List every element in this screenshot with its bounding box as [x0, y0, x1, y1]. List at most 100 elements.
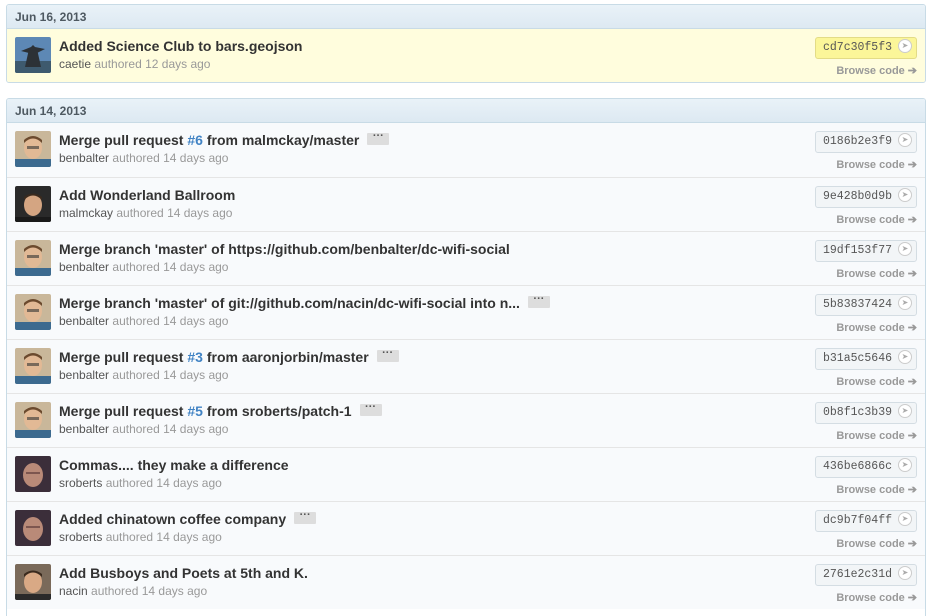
commit-row[interactable]: Merge branch 'master' of git://github.co…	[7, 285, 925, 339]
commit-row[interactable]: Merge pull request #6 from malmckay/mast…	[7, 123, 925, 177]
commit-author[interactable]: benbalter	[59, 422, 109, 436]
commit-title[interactable]: Merge branch 'master' of git://github.co…	[59, 294, 550, 311]
commit-row[interactable]: Merge pull request #5 from sroberts/patc…	[7, 393, 925, 447]
chevron-right-icon: ➤	[898, 511, 912, 526]
commit-group-date: Jun 16, 2013	[7, 5, 925, 29]
avatar[interactable]	[15, 510, 51, 546]
browse-code-link[interactable]: Browse code ➔	[836, 267, 917, 280]
browse-code-link[interactable]: Browse code ➔	[836, 429, 917, 442]
pull-request-link[interactable]: #3	[187, 349, 203, 365]
chevron-right-icon: ➤	[898, 295, 912, 310]
browse-code-link[interactable]: Browse code ➔	[836, 591, 917, 604]
arrow-right-icon: ➔	[907, 65, 917, 77]
commit-author[interactable]: sroberts	[59, 530, 102, 544]
commit-author[interactable]: malmckay	[59, 206, 113, 220]
commit-sha-button[interactable]: cd7c30f5f3 ➤	[814, 37, 917, 59]
commit-group: Jun 14, 2013 Merge pull request #6 from …	[6, 98, 926, 616]
commit-title[interactable]: Add Wonderland Ballroom	[59, 187, 235, 203]
commit-title[interactable]: Merge branch 'master' of https://github.…	[59, 241, 510, 257]
expand-message-button[interactable]: ···	[367, 131, 390, 146]
commit-row[interactable]: Add Wonderland Ballroom malmckay authore…	[7, 177, 925, 231]
expand-message-button[interactable]: ···	[359, 402, 382, 417]
commit-meta: caetie authored 12 days ago	[59, 57, 211, 71]
commit-author[interactable]: caetie	[59, 57, 91, 71]
avatar[interactable]	[15, 294, 51, 330]
browse-code-link[interactable]: Browse code ➔	[836, 483, 917, 496]
commit-title[interactable]: Merge pull request #5 from sroberts/patc…	[59, 402, 382, 419]
commit-title[interactable]: Merge pull request #6 from malmckay/mast…	[59, 131, 390, 148]
expand-message-button[interactable]: ···	[294, 510, 317, 525]
browse-code-link[interactable]: Browse code ➔	[836, 158, 917, 171]
commit-sha-button[interactable]: 0b8f1c3b39 ➤	[814, 402, 917, 424]
chevron-right-icon: ➤	[898, 565, 912, 580]
commit-sha-button[interactable]: 5b83837424 ➤	[814, 294, 917, 316]
avatar[interactable]	[15, 240, 51, 276]
commit-author[interactable]: benbalter	[59, 260, 109, 274]
chevron-right-icon: ➤	[898, 187, 912, 202]
pull-request-link[interactable]: #6	[187, 132, 203, 148]
commit-author[interactable]: benbalter	[59, 314, 109, 328]
arrow-right-icon: ➔	[907, 214, 917, 226]
avatar[interactable]	[15, 564, 51, 600]
commit-meta: benbalter authored 14 days ago	[59, 260, 229, 274]
arrow-right-icon: ➔	[907, 484, 917, 496]
commit-author[interactable]: benbalter	[59, 151, 109, 165]
commit-meta: malmckay authored 14 days ago	[59, 206, 233, 220]
avatar[interactable]	[15, 37, 51, 73]
browse-code-link[interactable]: Browse code ➔	[836, 64, 917, 77]
commit-group-date: Jun 14, 2013	[7, 99, 925, 123]
commit-row[interactable]: Merge pull request #3 from aaronjorbin/m…	[7, 339, 925, 393]
commit-title[interactable]: Merge pull request #3 from aaronjorbin/m…	[59, 348, 399, 365]
arrow-right-icon: ➔	[907, 268, 917, 280]
commit-title[interactable]: Added chinatown coffee company ···	[59, 510, 317, 527]
commit-sha-button[interactable]: dc9b7f04ff ➤	[814, 510, 917, 532]
commit-meta: benbalter authored 14 days ago	[59, 151, 229, 165]
commit-row[interactable]: Added Science Club to bars.geojson caeti…	[7, 29, 925, 82]
commit-sha-button[interactable]: 0186b2e3f9 ➤	[814, 131, 917, 153]
chevron-right-icon: ➤	[898, 38, 912, 53]
commit-meta: sroberts authored 14 days ago	[59, 476, 222, 490]
commit-title[interactable]: Add Busboys and Poets at 5th and K.	[59, 565, 308, 581]
commit-meta: benbalter authored 14 days ago	[59, 368, 229, 382]
arrow-right-icon: ➔	[907, 430, 917, 442]
browse-code-link[interactable]: Browse code ➔	[836, 321, 917, 334]
commit-sha-button[interactable]: 19df153f77 ➤	[814, 240, 917, 262]
commit-row[interactable]: Merge branch 'master' of https://github.…	[7, 231, 925, 285]
commit-author[interactable]: sroberts	[59, 476, 102, 490]
avatar[interactable]	[15, 402, 51, 438]
commit-row[interactable]: Added chinatown coffee company ··· srober…	[7, 501, 925, 555]
expand-message-button[interactable]: ···	[527, 294, 550, 309]
commit-author[interactable]: nacin	[59, 584, 88, 598]
avatar[interactable]	[15, 131, 51, 167]
arrow-right-icon: ➔	[907, 376, 917, 388]
arrow-right-icon: ➔	[907, 322, 917, 334]
arrow-right-icon: ➔	[907, 592, 917, 604]
commit-sha-button[interactable]: 9e428b0d9b ➤	[814, 186, 917, 208]
commit-row[interactable]: Commas.... they make a difference srober…	[7, 447, 925, 501]
arrow-right-icon: ➔	[907, 538, 917, 550]
commit-group: Jun 16, 2013 Added Science Club to bars.…	[6, 4, 926, 83]
commit-meta: benbalter authored 14 days ago	[59, 422, 229, 436]
commit-sha-button[interactable]: b31a5c5646 ➤	[814, 348, 917, 370]
commit-sha-button[interactable]: 2761e2c31d ➤	[814, 564, 917, 586]
chevron-right-icon: ➤	[898, 132, 912, 147]
browse-code-link[interactable]: Browse code ➔	[836, 213, 917, 226]
browse-code-link[interactable]: Browse code ➔	[836, 375, 917, 388]
commit-sha-button[interactable]: 436be6866c ➤	[814, 456, 917, 478]
chevron-right-icon: ➤	[898, 403, 912, 418]
commit-title[interactable]: Commas.... they make a difference	[59, 457, 289, 473]
commit-meta: benbalter authored 14 days ago	[59, 314, 229, 328]
pull-request-link[interactable]: #5	[187, 403, 203, 419]
avatar[interactable]	[15, 348, 51, 384]
chevron-right-icon: ➤	[898, 349, 912, 364]
arrow-right-icon: ➔	[907, 159, 917, 171]
avatar[interactable]	[15, 456, 51, 492]
commit-meta: nacin authored 14 days ago	[59, 584, 208, 598]
expand-message-button[interactable]: ···	[376, 348, 399, 363]
browse-code-link[interactable]: Browse code ➔	[836, 537, 917, 550]
avatar[interactable]	[15, 186, 51, 222]
commit-author[interactable]: benbalter	[59, 368, 109, 382]
chevron-right-icon: ➤	[898, 241, 912, 256]
commit-row[interactable]: Add Busboys and Poets at 5th and K. naci…	[7, 555, 925, 609]
commit-title[interactable]: Added Science Club to bars.geojson	[59, 38, 302, 54]
